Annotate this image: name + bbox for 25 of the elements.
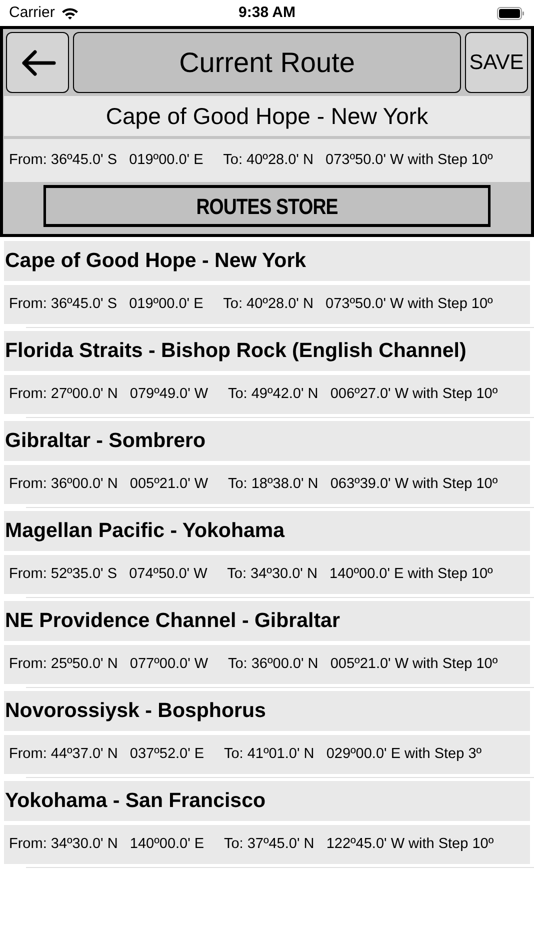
save-button[interactable]: SAVE [465, 32, 528, 93]
clock-time: 9:38 AM [238, 2, 296, 23]
wifi-icon [60, 6, 79, 20]
route-detail: From: 25º50.0' N 077º00.0' W To: 36º00.0' N 005º21.0' W with Step 10º [4, 645, 530, 684]
route-detail: From: 44º37.0' N 037º52.0' E To: 41º01.0' N 029º00.0' E with Step 3º [4, 735, 530, 774]
current-route-name: Cape of Good Hope - New York [4, 96, 530, 136]
route-item[interactable]: Yokohama - San Francisco [4, 781, 530, 821]
route-item[interactable]: Cape of Good Hope - New York [4, 241, 530, 281]
routes-store-button[interactable]: ROUTES STORE [43, 185, 491, 227]
screen-title: Current Route [73, 32, 461, 93]
route-item[interactable]: NE Providence Channel - Gibraltar [4, 601, 530, 641]
route-detail: From: 36º00.0' N 005º21.0' W To: 18º38.0' N 063º39.0' W with Step 10º [4, 465, 530, 504]
route-item[interactable]: Gibraltar - Sombrero [4, 421, 530, 461]
route-item[interactable]: Novorossiysk - Bosphorus [4, 691, 530, 731]
route-detail: From: 27º00.0' N 079º49.0' W To: 49º42.0' N 006º27.0' W with Step 10º [4, 375, 530, 414]
route-detail: From: 34º30.0' N 140º00.0' E To: 37º45.0' N 122º45.0' W with Step 10º [4, 825, 530, 864]
carrier-label: Carrier [9, 2, 55, 23]
route-item[interactable]: Magellan Pacific - Yokohama [4, 511, 530, 551]
back-arrow-icon [20, 48, 56, 76]
back-button[interactable] [6, 32, 69, 93]
current-route-detail: From: 36º45.0' S 019º00.0' E To: 40º28.0' N 073º50.0' W with Step 10º [4, 139, 530, 182]
battery-icon [497, 6, 525, 20]
route-item[interactable]: Florida Straits - Bishop Rock (English Channel) [4, 331, 530, 371]
route-detail: From: 52º35.0' S 074º50.0' W To: 34º30.0' N 140º00.0' E with Step 10º [4, 555, 530, 594]
route-detail: From: 36º45.0' S 019º00.0' E To: 40º28.0' N 073º50.0' W with Step 10º [4, 285, 530, 324]
